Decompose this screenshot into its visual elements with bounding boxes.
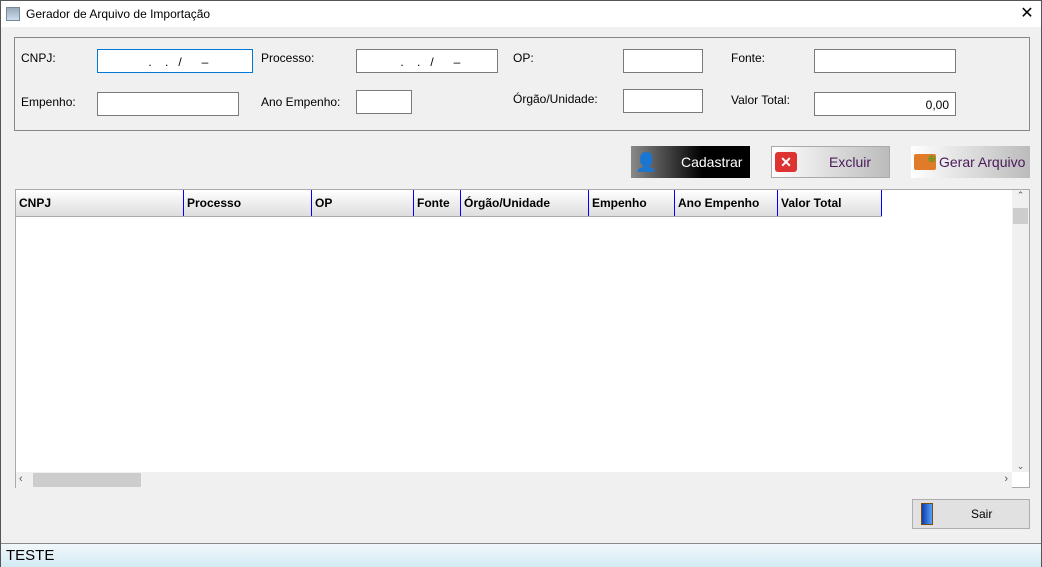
folder-add-icon: ⊕ xyxy=(914,154,936,170)
add-user-icon: 👤 xyxy=(635,151,658,172)
op-label: OP: xyxy=(513,51,534,65)
cnpj-label: CNPJ: xyxy=(21,51,56,65)
op-input[interactable] xyxy=(623,49,703,73)
scroll-up-icon[interactable]: ⌃ xyxy=(1012,190,1029,201)
empenho-label: Empenho: xyxy=(21,95,76,109)
scroll-left-icon[interactable]: ‹ xyxy=(19,473,23,485)
sair-button[interactable]: Sair xyxy=(912,499,1030,529)
valor-total-label: Valor Total: xyxy=(731,93,790,107)
sair-label: Sair xyxy=(971,507,993,521)
col-empenho[interactable]: Empenho xyxy=(589,190,675,216)
col-fonte[interactable]: Fonte xyxy=(414,190,461,216)
ano-empenho-input[interactable] xyxy=(356,90,412,114)
horizontal-scroll-thumb[interactable] xyxy=(33,473,141,487)
processo-input[interactable]: . . / – xyxy=(356,49,498,73)
processo-label: Processo: xyxy=(261,51,315,65)
gerar-arquivo-button[interactable]: ⊕ Gerar Arquivo xyxy=(911,146,1030,178)
excluir-button[interactable]: ✕ Excluir xyxy=(771,146,890,178)
delete-icon: ✕ xyxy=(775,152,797,172)
close-icon[interactable]: ✕ xyxy=(1017,3,1037,23)
empenho-input[interactable] xyxy=(97,92,239,116)
data-grid[interactable]: CNPJ Processo OP Fonte Órgão/Unidade Emp… xyxy=(15,189,1030,488)
scroll-right-icon[interactable]: › xyxy=(1004,473,1008,485)
vertical-scrollbar[interactable]: ⌃ ⌄ xyxy=(1012,190,1029,472)
excluir-label: Excluir xyxy=(829,154,872,170)
vertical-scroll-thumb[interactable] xyxy=(1013,208,1028,224)
grid-header: CNPJ Processo OP Fonte Órgão/Unidade Emp… xyxy=(16,190,882,217)
orgao-label: Órgão/Unidade: xyxy=(513,92,598,106)
cadastrar-button[interactable]: 👤 Cadastrar xyxy=(631,146,750,178)
scroll-down-icon[interactable]: ⌄ xyxy=(1012,461,1029,472)
col-valor-total[interactable]: Valor Total xyxy=(778,190,882,216)
exit-door-icon xyxy=(921,503,933,525)
gerar-arquivo-label: Gerar Arquivo xyxy=(939,154,1026,170)
fonte-label: Fonte: xyxy=(731,51,766,65)
app-icon xyxy=(6,7,20,21)
cadastrar-label: Cadastrar xyxy=(681,154,743,170)
cnpj-input[interactable]: . . / – xyxy=(97,49,253,73)
window-title: Gerador de Arquivo de Importação xyxy=(26,7,211,21)
col-orgao[interactable]: Órgão/Unidade xyxy=(461,190,589,216)
fonte-input[interactable] xyxy=(814,49,956,73)
valor-total-input[interactable]: 0,00 xyxy=(814,92,956,116)
col-processo[interactable]: Processo xyxy=(184,190,312,216)
col-cnpj[interactable]: CNPJ xyxy=(16,190,184,216)
title-bar: Gerador de Arquivo de Importação ✕ xyxy=(1,1,1041,27)
status-bar: TESTE xyxy=(1,543,1041,567)
col-ano-empenho[interactable]: Ano Empenho xyxy=(675,190,778,216)
horizontal-scrollbar[interactable]: ‹ › xyxy=(16,472,1012,488)
orgao-input[interactable] xyxy=(623,89,703,113)
ano-empenho-label: Ano Empenho: xyxy=(261,95,341,109)
col-op[interactable]: OP xyxy=(312,190,414,216)
